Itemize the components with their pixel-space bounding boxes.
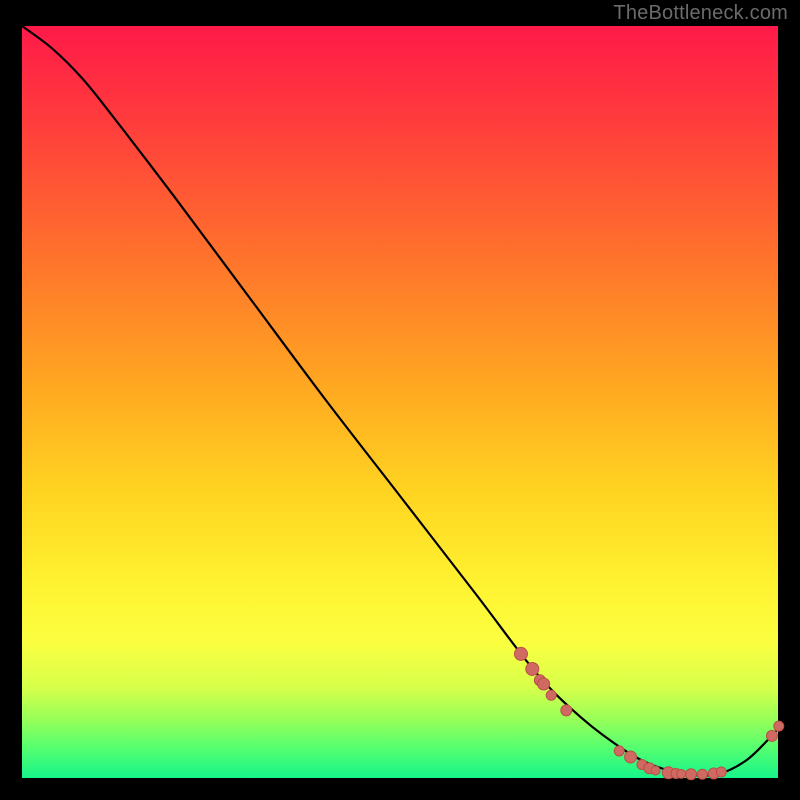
data-point <box>614 746 624 756</box>
data-points <box>514 647 783 779</box>
data-point <box>514 647 527 660</box>
data-point <box>538 678 550 690</box>
attribution-label: TheBottleneck.com <box>613 2 788 25</box>
data-point <box>526 662 539 675</box>
data-point <box>561 705 572 716</box>
data-point <box>774 721 784 731</box>
data-point <box>625 751 637 763</box>
data-point <box>677 769 686 778</box>
data-point <box>686 769 697 780</box>
data-point <box>716 767 726 777</box>
chart-frame: TheBottleneck.com <box>0 0 800 800</box>
data-point <box>766 730 777 741</box>
data-point <box>546 690 556 700</box>
curve-layer <box>22 26 778 778</box>
data-point <box>651 766 660 775</box>
data-point <box>697 769 707 779</box>
bottleneck-curve <box>22 26 778 776</box>
